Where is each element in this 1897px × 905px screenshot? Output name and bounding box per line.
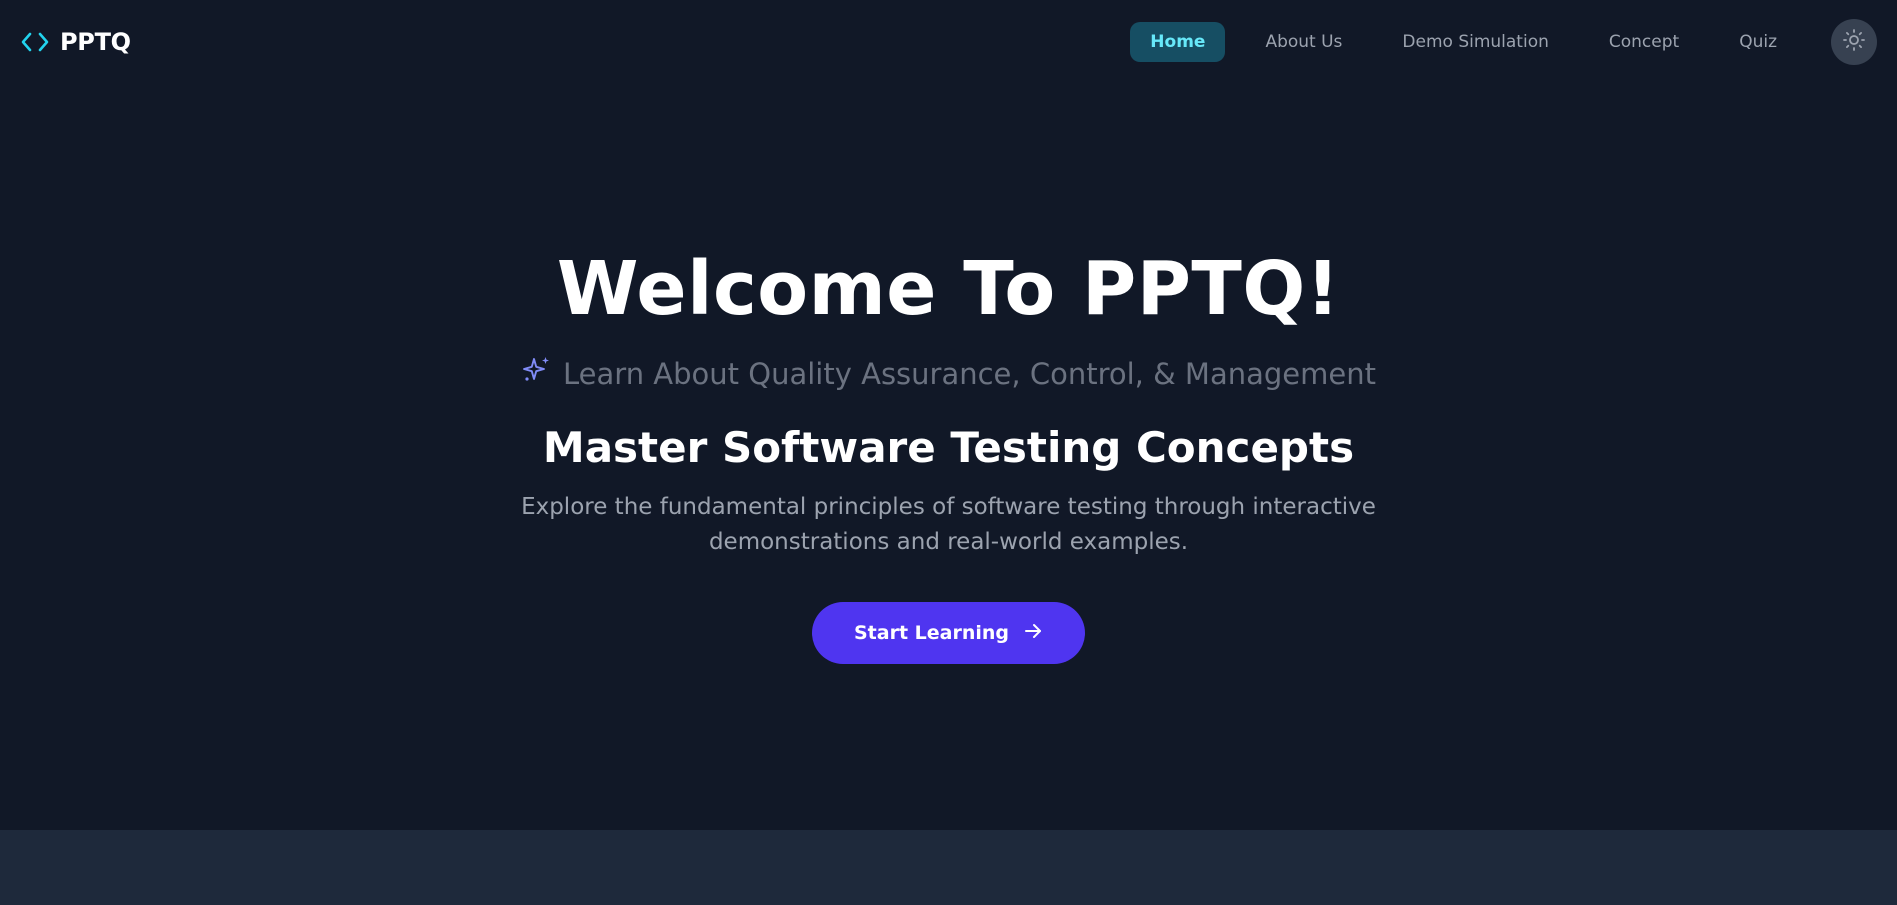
nav-item-home[interactable]: Home (1130, 22, 1226, 62)
brand-name: PPTQ (60, 28, 131, 56)
tagline-text: Learn About Quality Assurance, Control, … (563, 356, 1376, 391)
nav-item-demo-simulation[interactable]: Demo Simulation (1382, 22, 1568, 62)
hero-subtitle: Master Software Testing Concepts (542, 423, 1355, 472)
nav-links: Home About Us Demo Simulation Concept Qu… (1130, 22, 1797, 62)
hero-title: Welcome To PPTQ! (556, 246, 1341, 332)
nav-item-about-us[interactable]: About Us (1245, 22, 1362, 62)
sun-icon (1842, 28, 1866, 56)
nav-right: Home About Us Demo Simulation Concept Qu… (1130, 19, 1877, 65)
start-learning-button[interactable]: Start Learning (811, 602, 1085, 664)
nav-item-quiz[interactable]: Quiz (1719, 22, 1797, 62)
theme-toggle-button[interactable] (1831, 19, 1877, 65)
next-section-band (0, 830, 1897, 905)
hero-section: Welcome To PPTQ! Learn About Quality Ass… (0, 84, 1897, 830)
start-learning-label: Start Learning (853, 622, 1009, 644)
code-brackets-icon (20, 30, 50, 54)
nav-item-concept[interactable]: Concept (1589, 22, 1699, 62)
sparkles-icon (521, 354, 553, 393)
brand-logo[interactable]: PPTQ (20, 28, 131, 56)
top-navbar: PPTQ Home About Us Demo Simulation Conce… (0, 0, 1897, 84)
hero-description: Explore the fundamental principles of so… (521, 494, 1376, 555)
arrow-right-icon (1023, 621, 1043, 646)
hero-tagline: Learn About Quality Assurance, Control, … (521, 354, 1376, 393)
